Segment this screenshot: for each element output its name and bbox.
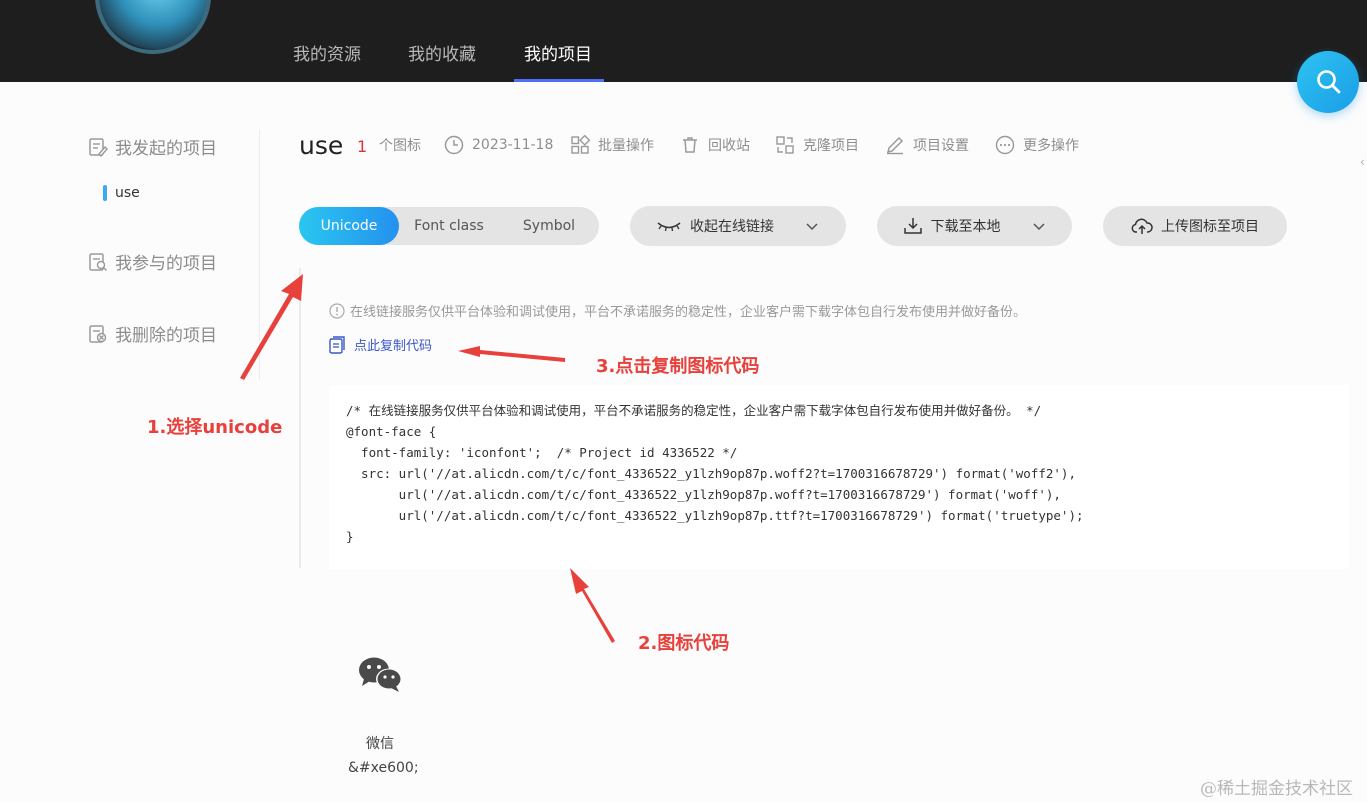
watermark: @稀土掘金技术社区 [1200,779,1353,799]
chevron-left-icon[interactable]: ‹ [1360,155,1365,169]
annotation-arrow-1 [240,274,303,380]
annotation-step-3: 3.点击复制图标代码 [596,356,760,377]
annotation-arrow-3 [458,346,565,362]
wechat-icon[interactable] [358,655,404,695]
annotation-step-1: 1.选择unicode [147,417,283,438]
annotation-arrows [240,274,615,643]
icon-unicode[interactable]: &#xe600; [348,760,419,776]
icon-name: 微信 [366,736,394,752]
annotation-step-2: 2.图标代码 [638,633,730,654]
annotation-arrow-2 [570,568,615,643]
